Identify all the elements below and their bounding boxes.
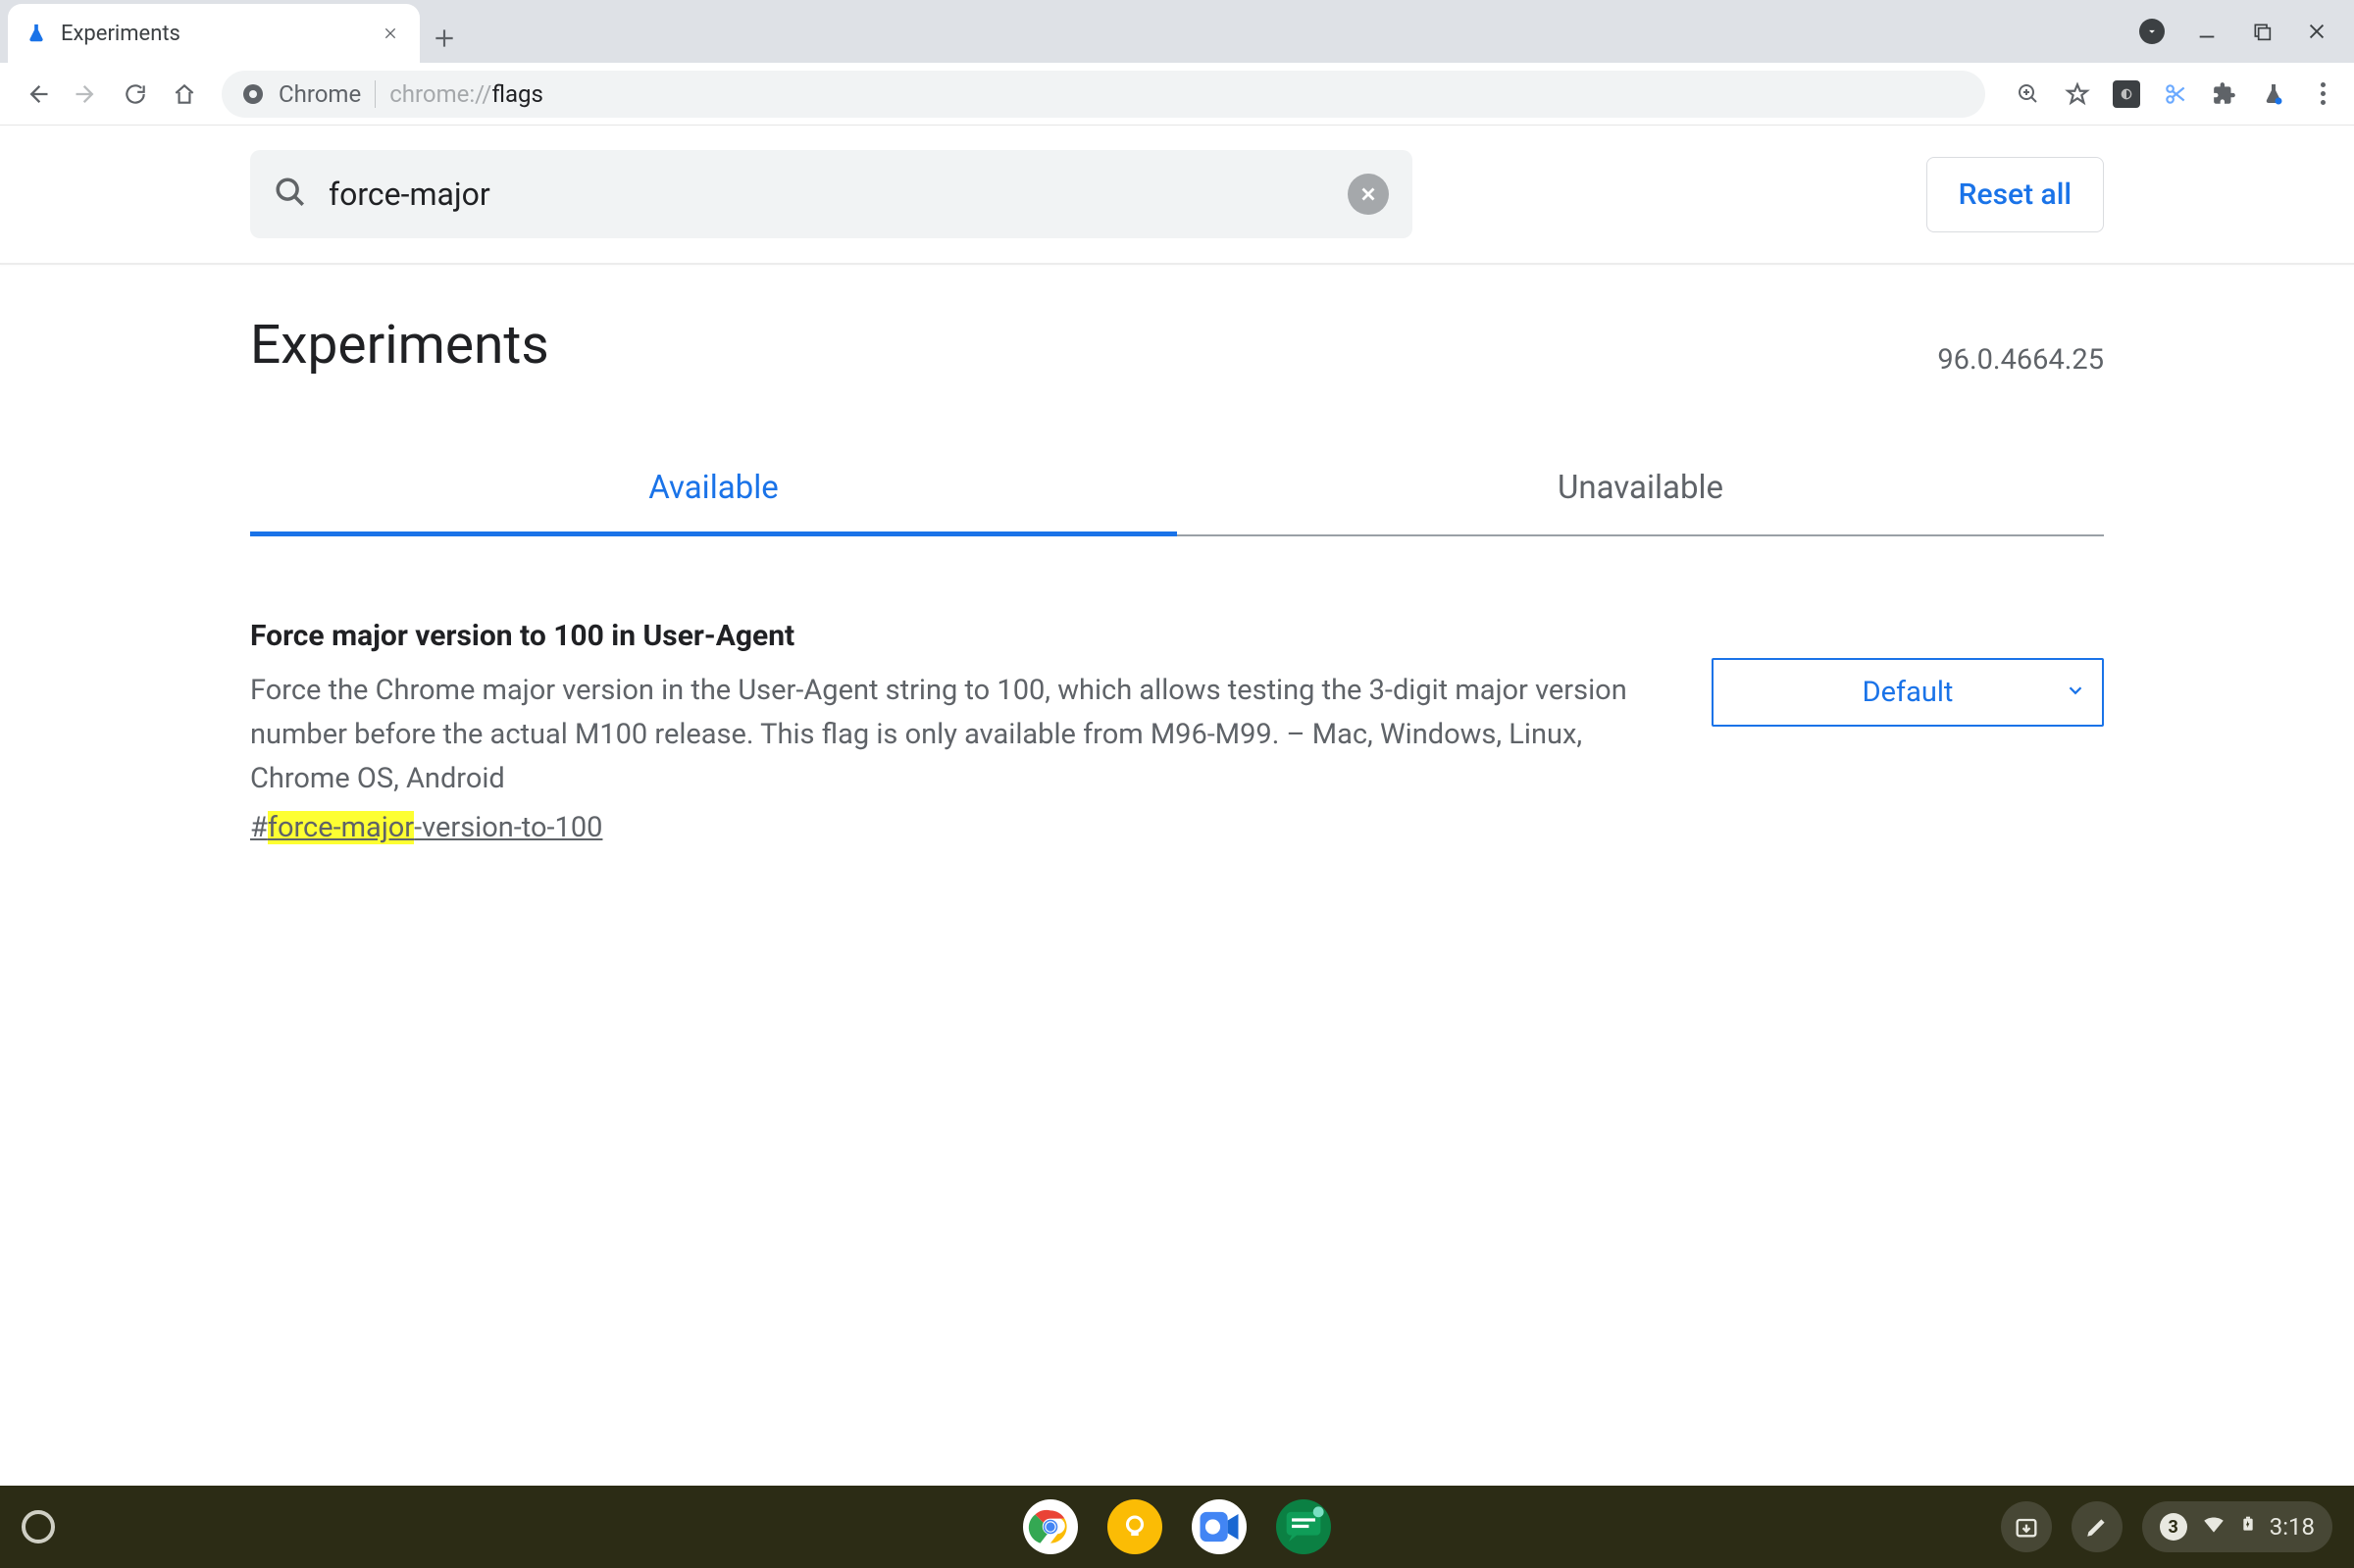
extension-1-icon[interactable] bbox=[2113, 80, 2140, 108]
account-menu-icon[interactable] bbox=[2138, 18, 2166, 45]
address-bar[interactable]: Chrome chrome://flags bbox=[222, 71, 1985, 118]
clock: 3:18 bbox=[2270, 1513, 2315, 1541]
clear-search-icon[interactable] bbox=[1348, 174, 1389, 215]
divider bbox=[375, 80, 376, 108]
flag-title: Force major version to 100 in User-Agent bbox=[250, 619, 1663, 653]
wifi-icon bbox=[2201, 1511, 2226, 1543]
tab-title: Experiments bbox=[61, 22, 365, 46]
labs-flask-icon[interactable] bbox=[2260, 80, 2287, 108]
reset-all-button[interactable]: Reset all bbox=[1926, 157, 2104, 232]
status-tray[interactable]: 3 3:18 bbox=[2142, 1501, 2332, 1552]
flag-entry: Force major version to 100 in User-Agent… bbox=[250, 619, 2104, 844]
notification-count-badge: 3 bbox=[2160, 1513, 2187, 1541]
new-tab-button[interactable] bbox=[420, 14, 469, 63]
tab-unavailable[interactable]: Unavailable bbox=[1177, 445, 2104, 534]
shelf-tote-icon[interactable] bbox=[2001, 1501, 2052, 1552]
bookmark-star-icon[interactable] bbox=[2064, 80, 2091, 108]
close-window-icon[interactable] bbox=[2303, 18, 2330, 45]
flag-anchor-link[interactable]: #force-major-version-to-100 bbox=[250, 811, 602, 844]
flags-search-input[interactable] bbox=[329, 176, 1326, 213]
back-button[interactable] bbox=[18, 75, 57, 114]
maximize-window-icon[interactable] bbox=[2248, 18, 2276, 45]
minimize-window-icon[interactable] bbox=[2193, 18, 2221, 45]
app-keep-icon[interactable] bbox=[1107, 1499, 1162, 1554]
extensions-puzzle-icon[interactable] bbox=[2211, 80, 2238, 108]
page-title: Experiments bbox=[250, 314, 549, 377]
chrome-icon bbox=[241, 82, 265, 106]
tab-available[interactable]: Available bbox=[250, 445, 1177, 534]
shelf-stylus-icon[interactable] bbox=[2072, 1501, 2123, 1552]
version-label: 96.0.4664.25 bbox=[1937, 343, 2104, 377]
browser-tab[interactable]: Experiments bbox=[8, 4, 420, 63]
app-duo-icon[interactable] bbox=[1192, 1499, 1247, 1554]
omnibox-chip: Chrome bbox=[279, 80, 361, 108]
browser-menu-icon[interactable] bbox=[2309, 80, 2336, 108]
close-tab-icon[interactable] bbox=[379, 22, 402, 45]
flags-search-box[interactable] bbox=[250, 150, 1412, 238]
reload-button[interactable] bbox=[116, 75, 155, 114]
launcher-button[interactable] bbox=[22, 1510, 55, 1543]
app-chrome-icon[interactable] bbox=[1023, 1499, 1078, 1554]
flag-description: Force the Chrome major version in the Us… bbox=[250, 669, 1663, 801]
search-icon bbox=[274, 176, 307, 213]
chevron-down-icon bbox=[2065, 676, 2086, 709]
battery-icon bbox=[2240, 1511, 2256, 1543]
flags-tabs: Available Unavailable bbox=[250, 445, 2104, 536]
omnibox-url: chrome://flags bbox=[389, 80, 543, 108]
zoom-icon[interactable] bbox=[2015, 80, 2042, 108]
flask-icon bbox=[26, 23, 47, 44]
app-messages-icon[interactable] bbox=[1276, 1499, 1331, 1554]
home-button[interactable] bbox=[165, 75, 204, 114]
flag-state-select[interactable]: Default bbox=[1712, 658, 2104, 727]
scissors-icon[interactable] bbox=[2162, 80, 2189, 108]
flag-state-value: Default bbox=[1863, 676, 1954, 709]
forward-button bbox=[67, 75, 106, 114]
